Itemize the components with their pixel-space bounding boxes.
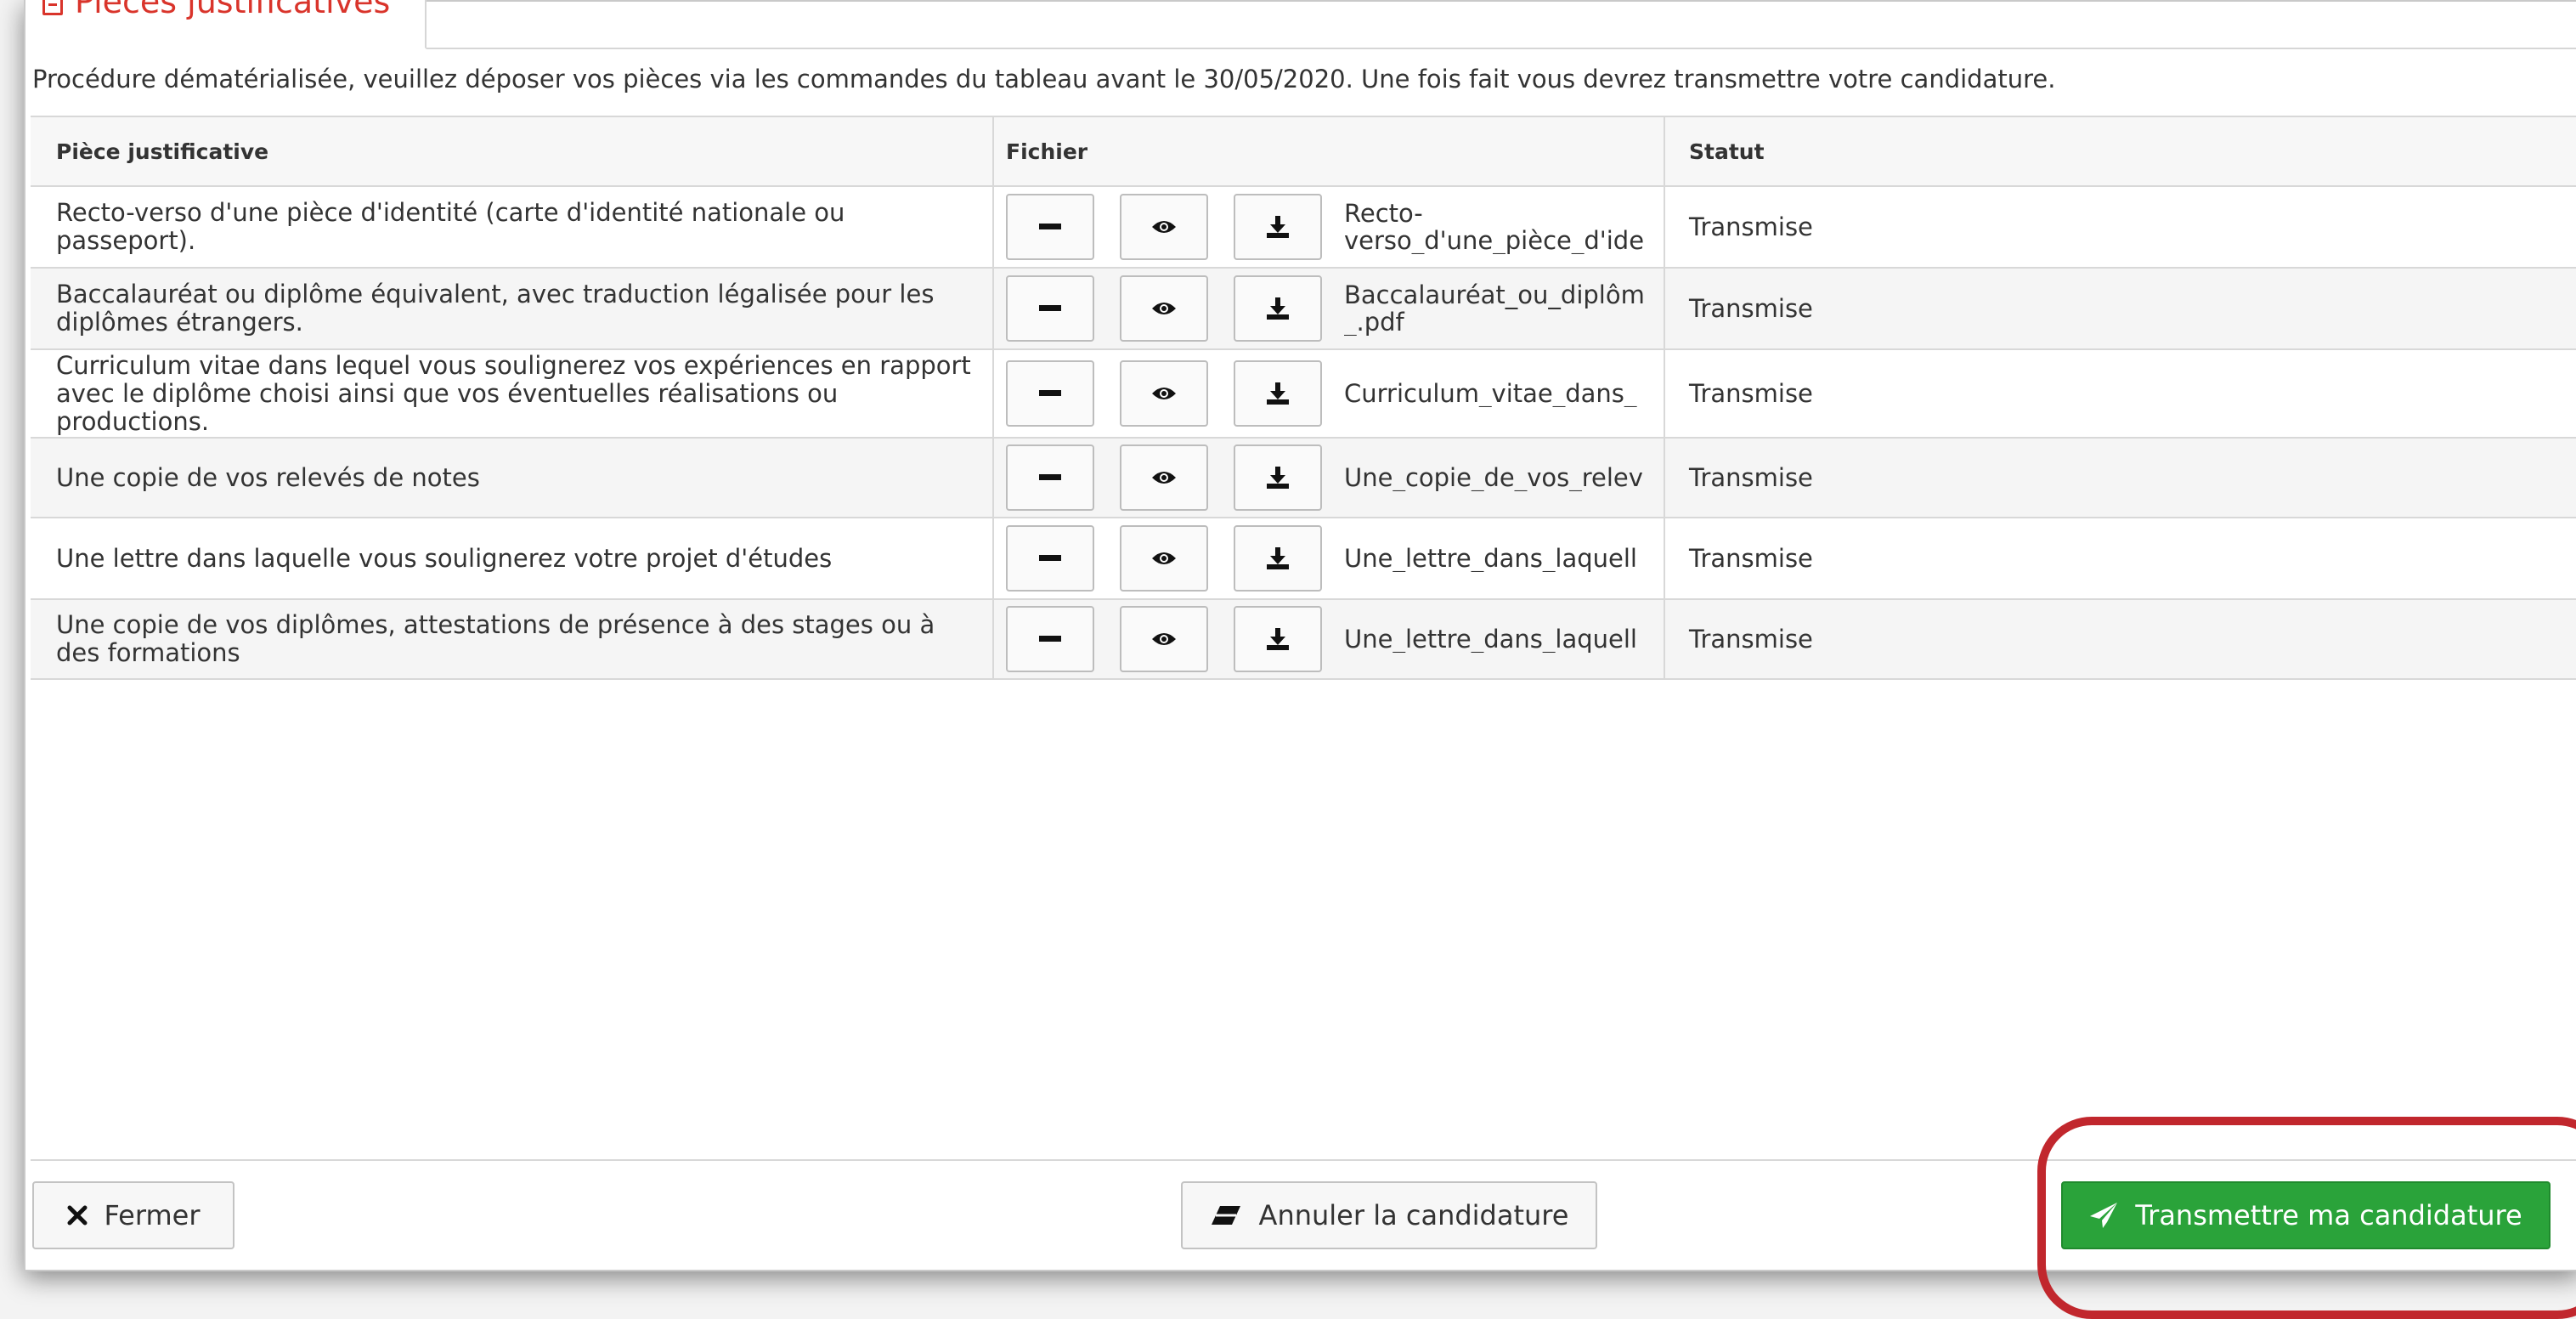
piece-description: Baccalauréat ou diplôme équivalent, avec…	[56, 280, 935, 337]
eye-icon	[1152, 388, 1176, 399]
eye-icon	[1152, 633, 1176, 645]
minus-icon	[1039, 555, 1061, 561]
status-cell: Transmise	[1689, 294, 1813, 323]
view-file-button[interactable]	[1120, 444, 1208, 511]
times-icon	[67, 1205, 88, 1226]
download-file-button[interactable]	[1234, 525, 1322, 592]
minus-icon	[1039, 390, 1061, 396]
tab-label: Pièces justificatives	[75, 0, 391, 20]
piece-description: Curriculum vitae dans lequel vous soulig…	[56, 350, 971, 436]
eye-icon	[1152, 552, 1176, 564]
view-file-button[interactable]	[1120, 360, 1208, 427]
view-file-button[interactable]	[1120, 275, 1208, 342]
view-file-button[interactable]	[1120, 525, 1208, 592]
status-cell: Transmise	[1689, 544, 1813, 573]
file-name: Une_copie_de_vos_relev	[1344, 464, 1643, 491]
download-icon	[1267, 382, 1289, 405]
header-fichier: Fichier	[994, 117, 1665, 185]
download-file-button[interactable]	[1234, 360, 1322, 427]
piece-description: Une copie de vos relevés de notes	[56, 462, 480, 492]
header-statut: Statut	[1689, 139, 1765, 164]
status-cell: Transmise	[1689, 463, 1813, 492]
minus-icon	[1039, 305, 1061, 311]
file-name: Recto-verso_d'une_pièce_d'ide	[1344, 200, 1645, 254]
remove-file-button[interactable]	[1006, 275, 1094, 342]
piece-description: Une copie de vos diplômes, attestations …	[56, 610, 935, 667]
minus-icon	[1039, 474, 1061, 480]
eye-icon	[1152, 221, 1176, 233]
table-row: Baccalauréat ou diplôme équivalent, avec…	[31, 269, 2576, 350]
download-icon	[1267, 467, 1289, 489]
download-file-button[interactable]	[1234, 444, 1322, 511]
cancel-application-button[interactable]: Annuler la candidature	[1181, 1181, 1597, 1249]
file-name: Une_lettre_dans_laquell	[1344, 626, 1637, 653]
cancel-application-label: Annuler la candidature	[1258, 1199, 1569, 1231]
status-cell: Transmise	[1689, 379, 1813, 408]
remove-file-button[interactable]	[1006, 360, 1094, 427]
table-row: Recto-verso d'une pièce d'identité (cart…	[31, 187, 2576, 269]
file-name: Baccalauréat_ou_diplôm _.pdf	[1344, 281, 1645, 336]
eye-icon	[1152, 472, 1176, 484]
download-icon	[1267, 628, 1289, 650]
view-file-button[interactable]	[1120, 606, 1208, 672]
file-name: Une_lettre_dans_laquell	[1344, 545, 1637, 572]
file-name: Curriculum_vitae_dans_	[1344, 380, 1637, 407]
table-row: Curriculum vitae dans lequel vous soulig…	[31, 350, 2576, 439]
tab-pieces-justificatives[interactable]: Pièces justificatives	[25, 0, 427, 49]
minus-icon	[1039, 636, 1061, 642]
download-icon	[1267, 547, 1289, 569]
download-icon	[1267, 297, 1289, 320]
close-button-label: Fermer	[104, 1199, 201, 1231]
remove-file-button[interactable]	[1006, 525, 1094, 592]
documents-dialog: Pièces justificatives Procédure dématéri…	[24, 0, 2576, 1319]
file-text-icon	[42, 0, 63, 15]
header-piece: Pièce justificative	[31, 117, 994, 185]
table-header: Pièce justificative Fichier Statut	[31, 117, 2576, 187]
table-row: Une copie de vos relevés de notes Une_co…	[31, 439, 2576, 518]
highlight-annotation	[2037, 1117, 2576, 1319]
download-file-button[interactable]	[1234, 194, 1322, 260]
view-file-button[interactable]	[1120, 194, 1208, 260]
table-row: Une copie de vos diplômes, attestations …	[31, 600, 2576, 680]
minus-icon	[1039, 224, 1061, 229]
remove-file-button[interactable]	[1006, 606, 1094, 672]
status-cell: Transmise	[1689, 625, 1813, 654]
download-file-button[interactable]	[1234, 275, 1322, 342]
eye-icon	[1152, 303, 1176, 314]
close-button[interactable]: Fermer	[32, 1181, 234, 1249]
download-icon	[1267, 216, 1289, 238]
remove-file-button[interactable]	[1006, 194, 1094, 260]
status-cell: Transmise	[1689, 212, 1813, 241]
tab-strip: Pièces justificatives	[25, 0, 2576, 49]
download-file-button[interactable]	[1234, 606, 1322, 672]
piece-description: Recto-verso d'une pièce d'identité (cart…	[56, 198, 845, 255]
piece-description: Une lettre dans laquelle vous soulignere…	[56, 543, 833, 573]
table-row: Une lettre dans laquelle vous soulignere…	[31, 518, 2576, 600]
intro-text: Procédure dématérialisée, veuillez dépos…	[32, 65, 2056, 93]
remove-file-button[interactable]	[1006, 444, 1094, 511]
documents-table: Pièce justificative Fichier Statut Recto…	[31, 116, 2576, 680]
eraser-icon	[1211, 1206, 1240, 1225]
